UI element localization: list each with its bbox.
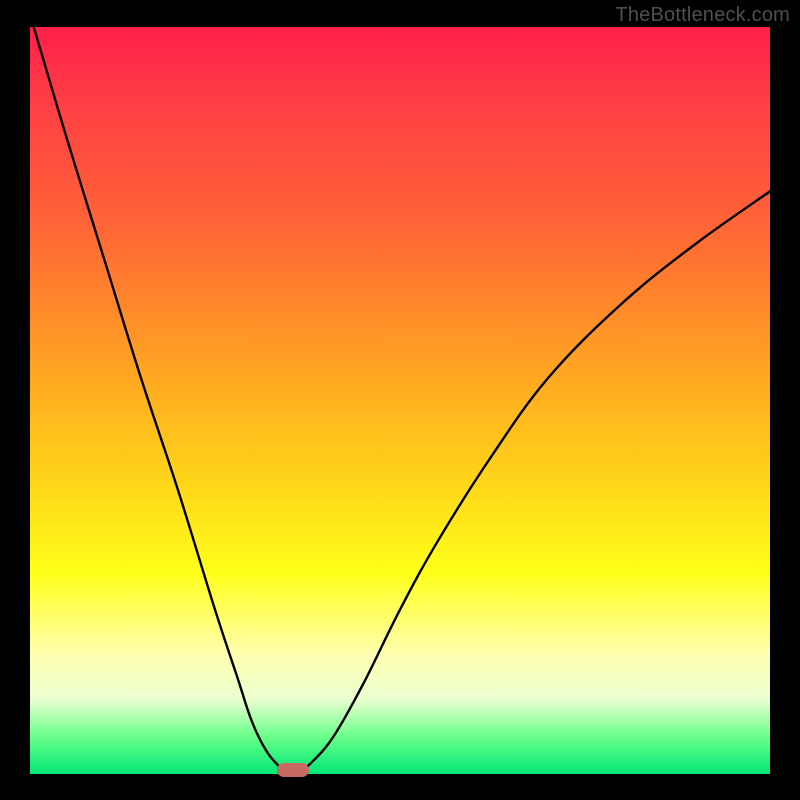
bottleneck-curve	[30, 27, 770, 774]
minimum-marker	[277, 763, 309, 777]
plot-area	[30, 27, 770, 774]
chart-frame: TheBottleneck.com	[0, 0, 800, 800]
watermark-text: TheBottleneck.com	[615, 4, 790, 27]
